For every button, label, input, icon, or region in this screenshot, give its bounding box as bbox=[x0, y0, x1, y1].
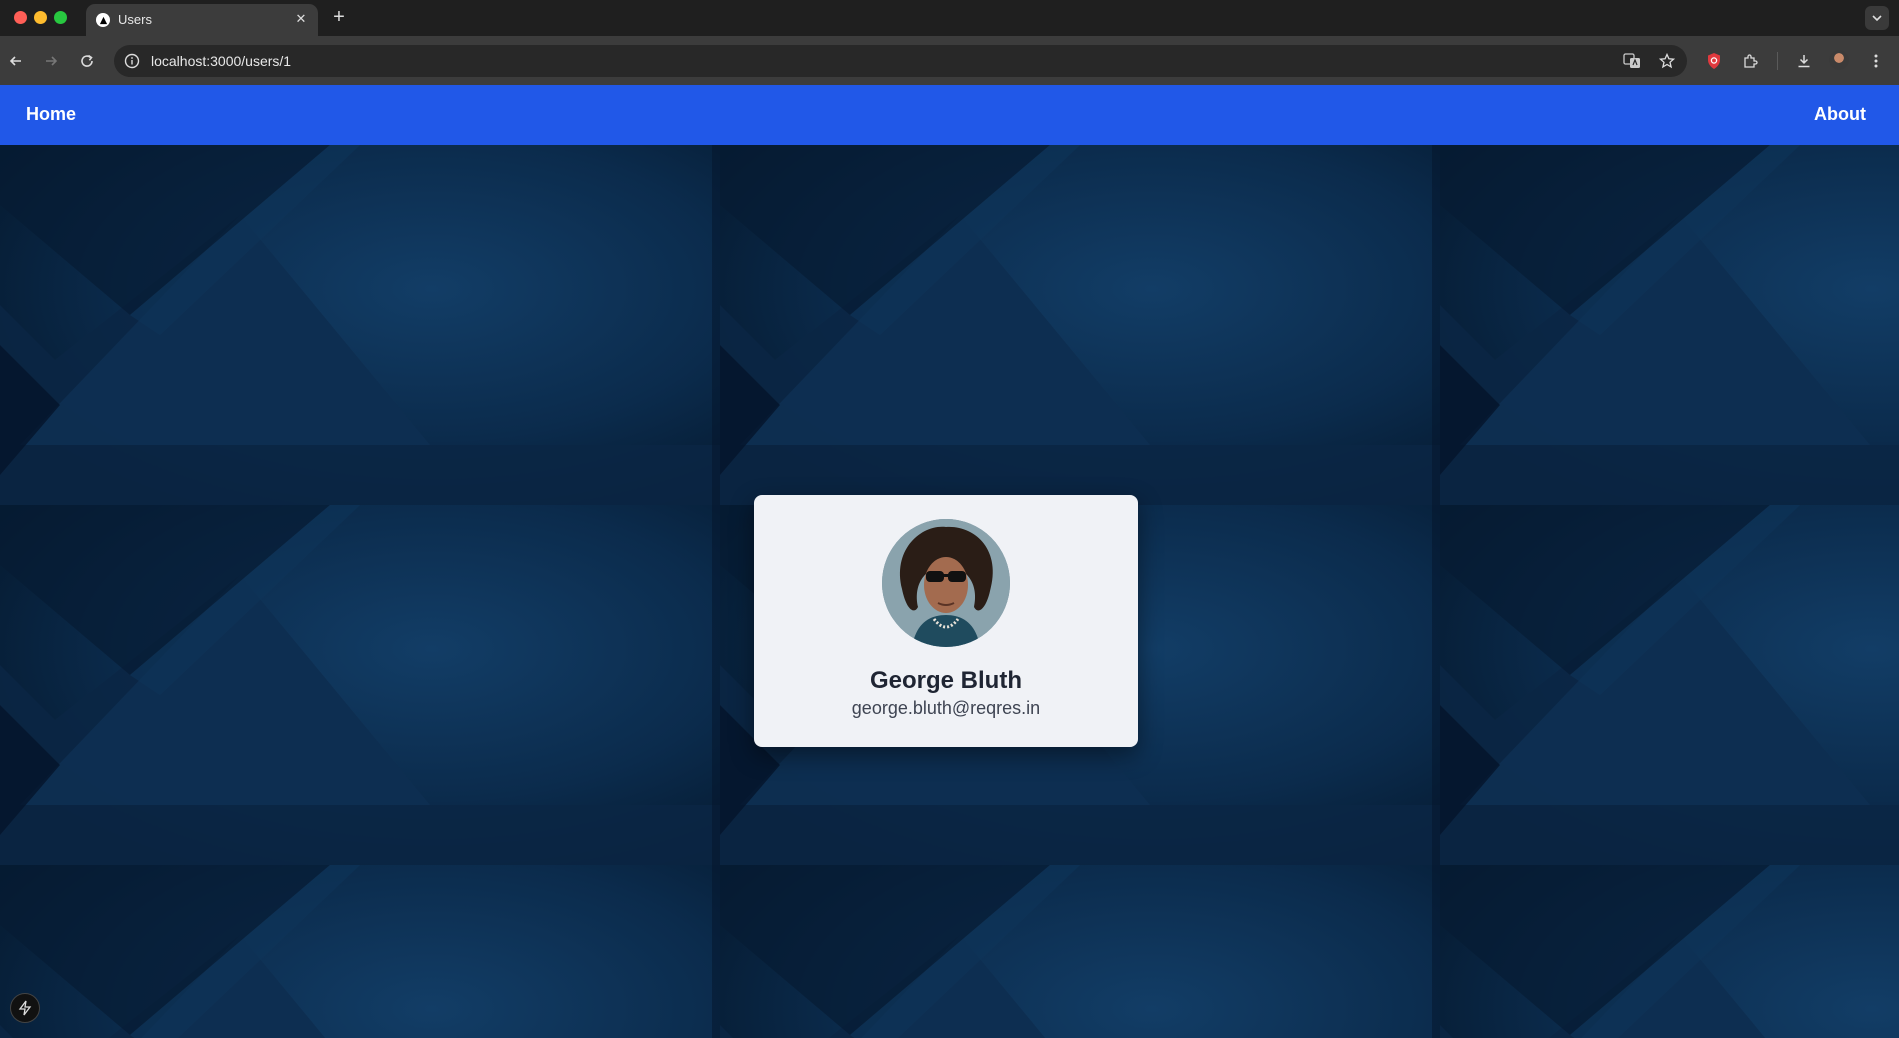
star-icon[interactable] bbox=[1657, 52, 1677, 70]
forward-button[interactable] bbox=[38, 48, 64, 74]
arrow-left-icon bbox=[9, 56, 21, 66]
dev-tools-button[interactable] bbox=[10, 993, 40, 1023]
maximize-window-button[interactable] bbox=[54, 11, 67, 24]
minimize-window-button[interactable] bbox=[34, 11, 47, 24]
kebab-menu-icon[interactable] bbox=[1863, 48, 1889, 74]
tab-search-button[interactable] bbox=[1865, 6, 1889, 30]
browser-toolbar: localhost:3000/users/1 bbox=[0, 36, 1899, 85]
user-avatar bbox=[882, 519, 1010, 647]
chevron-down-icon bbox=[1872, 15, 1882, 22]
nav-link-about[interactable]: About bbox=[1814, 104, 1866, 125]
close-window-button[interactable] bbox=[14, 11, 27, 24]
tab-title: Users bbox=[118, 12, 152, 27]
nav-link-home[interactable]: Home bbox=[26, 104, 76, 125]
user-card: George Bluth george.bluth@reqres.in bbox=[754, 495, 1138, 747]
user-name: George Bluth bbox=[869, 667, 1022, 694]
translate-icon[interactable] bbox=[1622, 52, 1642, 70]
back-button[interactable] bbox=[3, 48, 29, 74]
triangle-favicon-icon bbox=[96, 13, 110, 27]
puzzle-icon[interactable] bbox=[1737, 48, 1763, 74]
user-email: george.bluth@reqres.in bbox=[851, 698, 1041, 718]
address-bar[interactable]: localhost:3000/users/1 bbox=[114, 45, 1687, 77]
top-navbar: Home About bbox=[0, 85, 1899, 145]
arrow-right-icon bbox=[46, 56, 58, 66]
shield-extension-icon[interactable] bbox=[1701, 48, 1727, 74]
toolbar-separator bbox=[1777, 52, 1778, 70]
url-text[interactable]: localhost:3000/users/1 bbox=[151, 53, 291, 69]
lightning-icon bbox=[18, 1000, 32, 1016]
download-icon[interactable] bbox=[1791, 48, 1817, 74]
browser-tab-bar: Users ✕ + bbox=[0, 0, 1899, 36]
new-tab-button[interactable]: + bbox=[328, 7, 350, 29]
info-icon[interactable] bbox=[124, 53, 140, 69]
profile-avatar-icon[interactable] bbox=[1829, 50, 1849, 70]
page-content: Home About George Bluth george.bluth@req… bbox=[0, 85, 1899, 1038]
reload-icon bbox=[81, 54, 93, 67]
user-photo bbox=[882, 519, 1010, 647]
browser-tab-users[interactable]: Users ✕ bbox=[86, 4, 318, 36]
tab-close-icon[interactable]: ✕ bbox=[292, 10, 310, 28]
reload-button[interactable] bbox=[74, 48, 100, 74]
